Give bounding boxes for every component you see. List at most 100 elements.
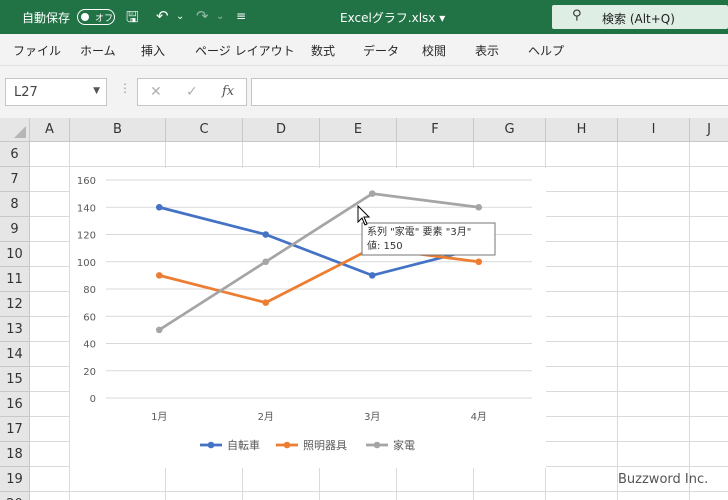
y-tick-label: 80 — [83, 285, 96, 296]
column-header-b[interactable]: B — [70, 118, 166, 142]
ribbon-tabs: ファイル ホーム 挿入 ページ レイアウト 数式 データ 校閲 表示 ヘルプ — [0, 34, 728, 66]
customize-toolbar-icon[interactable]: ≡ — [236, 9, 246, 23]
y-tick-label: 140 — [77, 203, 96, 214]
y-tick-label: 40 — [83, 340, 96, 351]
y-tick-label: 120 — [77, 231, 96, 242]
toggle-knob — [81, 13, 89, 21]
row-header-9[interactable]: 9 — [0, 217, 30, 242]
tab-data[interactable]: データ — [363, 42, 399, 59]
tooltip-line-1: 系列 "家電" 要素 "3月" — [367, 225, 471, 238]
document-title[interactable]: Excelグラフ.xlsx ▾ — [340, 9, 445, 26]
row-header-19[interactable]: 19 — [0, 467, 30, 492]
row-header-6[interactable]: 6 — [0, 142, 30, 167]
tab-home[interactable]: ホーム — [80, 42, 116, 59]
data-point — [262, 258, 270, 266]
row-header-20[interactable]: 20 — [0, 492, 30, 500]
y-tick-label: 100 — [77, 258, 96, 269]
row-header-12[interactable]: 12 — [0, 292, 30, 317]
tab-insert[interactable]: 挿入 — [141, 42, 165, 59]
y-tick-label: 0 — [90, 394, 96, 405]
autosave-state: オフ — [95, 14, 114, 24]
data-point — [155, 203, 163, 211]
search-icon: ⚲ — [572, 8, 582, 23]
column-header-g[interactable]: G — [474, 118, 546, 142]
data-point — [368, 272, 376, 279]
column-header-c[interactable]: C — [166, 118, 243, 142]
x-tick-label: 1月 — [151, 411, 167, 423]
row-header-11[interactable]: 11 — [0, 267, 30, 292]
tab-page-layout[interactable]: ページ レイアウト — [195, 42, 295, 59]
data-point — [262, 231, 270, 238]
tab-help[interactable]: ヘルプ — [528, 42, 564, 59]
row-gridline — [30, 491, 728, 492]
select-all-button[interactable] — [0, 118, 30, 142]
data-point — [155, 326, 163, 334]
row-header-14[interactable]: 14 — [0, 342, 30, 367]
data-point — [262, 299, 270, 306]
legend-swatch-marker — [207, 441, 215, 449]
tab-review[interactable]: 校閲 — [422, 42, 446, 59]
formula-bar: L27 ▼ ⋮ ✕ ✓ fx — [0, 66, 728, 118]
tab-view[interactable]: 表示 — [475, 42, 499, 59]
redo-icon[interactable]: ↷ — [196, 7, 209, 25]
legend-label: 照明器具 — [303, 439, 347, 452]
autosave-toggle[interactable]: オフ — [77, 9, 115, 25]
column-header-j[interactable]: J — [690, 118, 728, 142]
row-header-8[interactable]: 8 — [0, 192, 30, 217]
row-header-17[interactable]: 17 — [0, 417, 30, 442]
mouse-cursor-icon — [357, 204, 371, 226]
legend-swatch-marker — [373, 441, 381, 449]
column-gridline — [617, 142, 618, 500]
search-placeholder: 検索 (Alt+Q) — [602, 12, 675, 26]
formula-buttons: ✕ ✓ fx — [137, 78, 247, 106]
row-header-15[interactable]: 15 — [0, 367, 30, 392]
name-box-dropdown-icon[interactable]: ▼ — [93, 86, 100, 96]
x-tick-label: 3月 — [364, 411, 380, 423]
data-point — [475, 258, 483, 266]
formula-input[interactable] — [251, 78, 728, 106]
excel-window: 自動保存 オフ 🖫 ↶ ⌄ ↷ ⌄ ≡ Excelグラフ.xlsx ▾ ⚲ 検索… — [0, 0, 728, 500]
row-header-10[interactable]: 10 — [0, 242, 30, 267]
undo-dropdown-icon[interactable]: ⌄ — [176, 11, 184, 22]
row-header-7[interactable]: 7 — [0, 167, 30, 192]
column-header-a[interactable]: A — [30, 118, 70, 142]
data-point — [368, 190, 376, 197]
column-header-d[interactable]: D — [243, 118, 320, 142]
row-header-18[interactable]: 18 — [0, 442, 30, 467]
name-box[interactable]: L27 ▼ — [5, 78, 107, 106]
enter-icon[interactable]: ✓ — [186, 84, 198, 100]
save-icon[interactable]: 🖫 — [126, 7, 139, 32]
undo-icon[interactable]: ↶ — [156, 7, 169, 25]
column-header-e[interactable]: E — [320, 118, 397, 142]
tab-file[interactable]: ファイル — [13, 42, 61, 59]
y-tick-label: 20 — [83, 367, 96, 378]
name-box-value: L27 — [14, 85, 38, 100]
redo-dropdown-icon[interactable]: ⌄ — [216, 11, 224, 22]
row-gridline — [30, 166, 728, 167]
chart-svg: 0 20 40 60 80 100 120 140 160 1月 2月 3月 4月自転車 照明器具 家電 系列… — [77, 176, 532, 452]
title-bar: 自動保存 オフ 🖫 ↶ ⌄ ↷ ⌄ ≡ Excelグラフ.xlsx ▾ ⚲ 検索… — [0, 0, 728, 34]
x-tick-label: 2月 — [258, 411, 274, 423]
cancel-icon[interactable]: ✕ — [150, 84, 162, 100]
line-chart[interactable]: 0 20 40 60 80 100 120 140 160 1月 2月 3月 4月自転車 照明器具 家電 系列… — [70, 168, 546, 468]
x-tick-label: 4月 — [471, 411, 487, 423]
row-header-16[interactable]: 16 — [0, 392, 30, 417]
insert-function-icon[interactable]: fx — [222, 84, 234, 99]
y-tick-label: 60 — [83, 312, 96, 323]
tab-formulas[interactable]: 数式 — [311, 42, 335, 59]
data-point — [475, 203, 483, 211]
column-gridline — [689, 142, 690, 500]
row-header-13[interactable]: 13 — [0, 317, 30, 342]
column-header-i[interactable]: I — [618, 118, 690, 142]
y-tick-label: 160 — [77, 176, 96, 187]
column-header-h[interactable]: H — [546, 118, 618, 142]
legend-swatch-marker — [283, 441, 291, 449]
legend-label: 家電 — [393, 438, 415, 452]
data-point — [155, 272, 163, 279]
watermark: Buzzword Inc. — [618, 472, 709, 487]
formula-bar-grip-icon[interactable]: ⋮ — [119, 81, 131, 95]
legend-label: 自転車 — [227, 438, 260, 452]
tooltip-line-2: 値: 150 — [367, 239, 403, 252]
search-box[interactable]: ⚲ 検索 (Alt+Q) — [552, 5, 728, 29]
column-header-f[interactable]: F — [397, 118, 474, 142]
